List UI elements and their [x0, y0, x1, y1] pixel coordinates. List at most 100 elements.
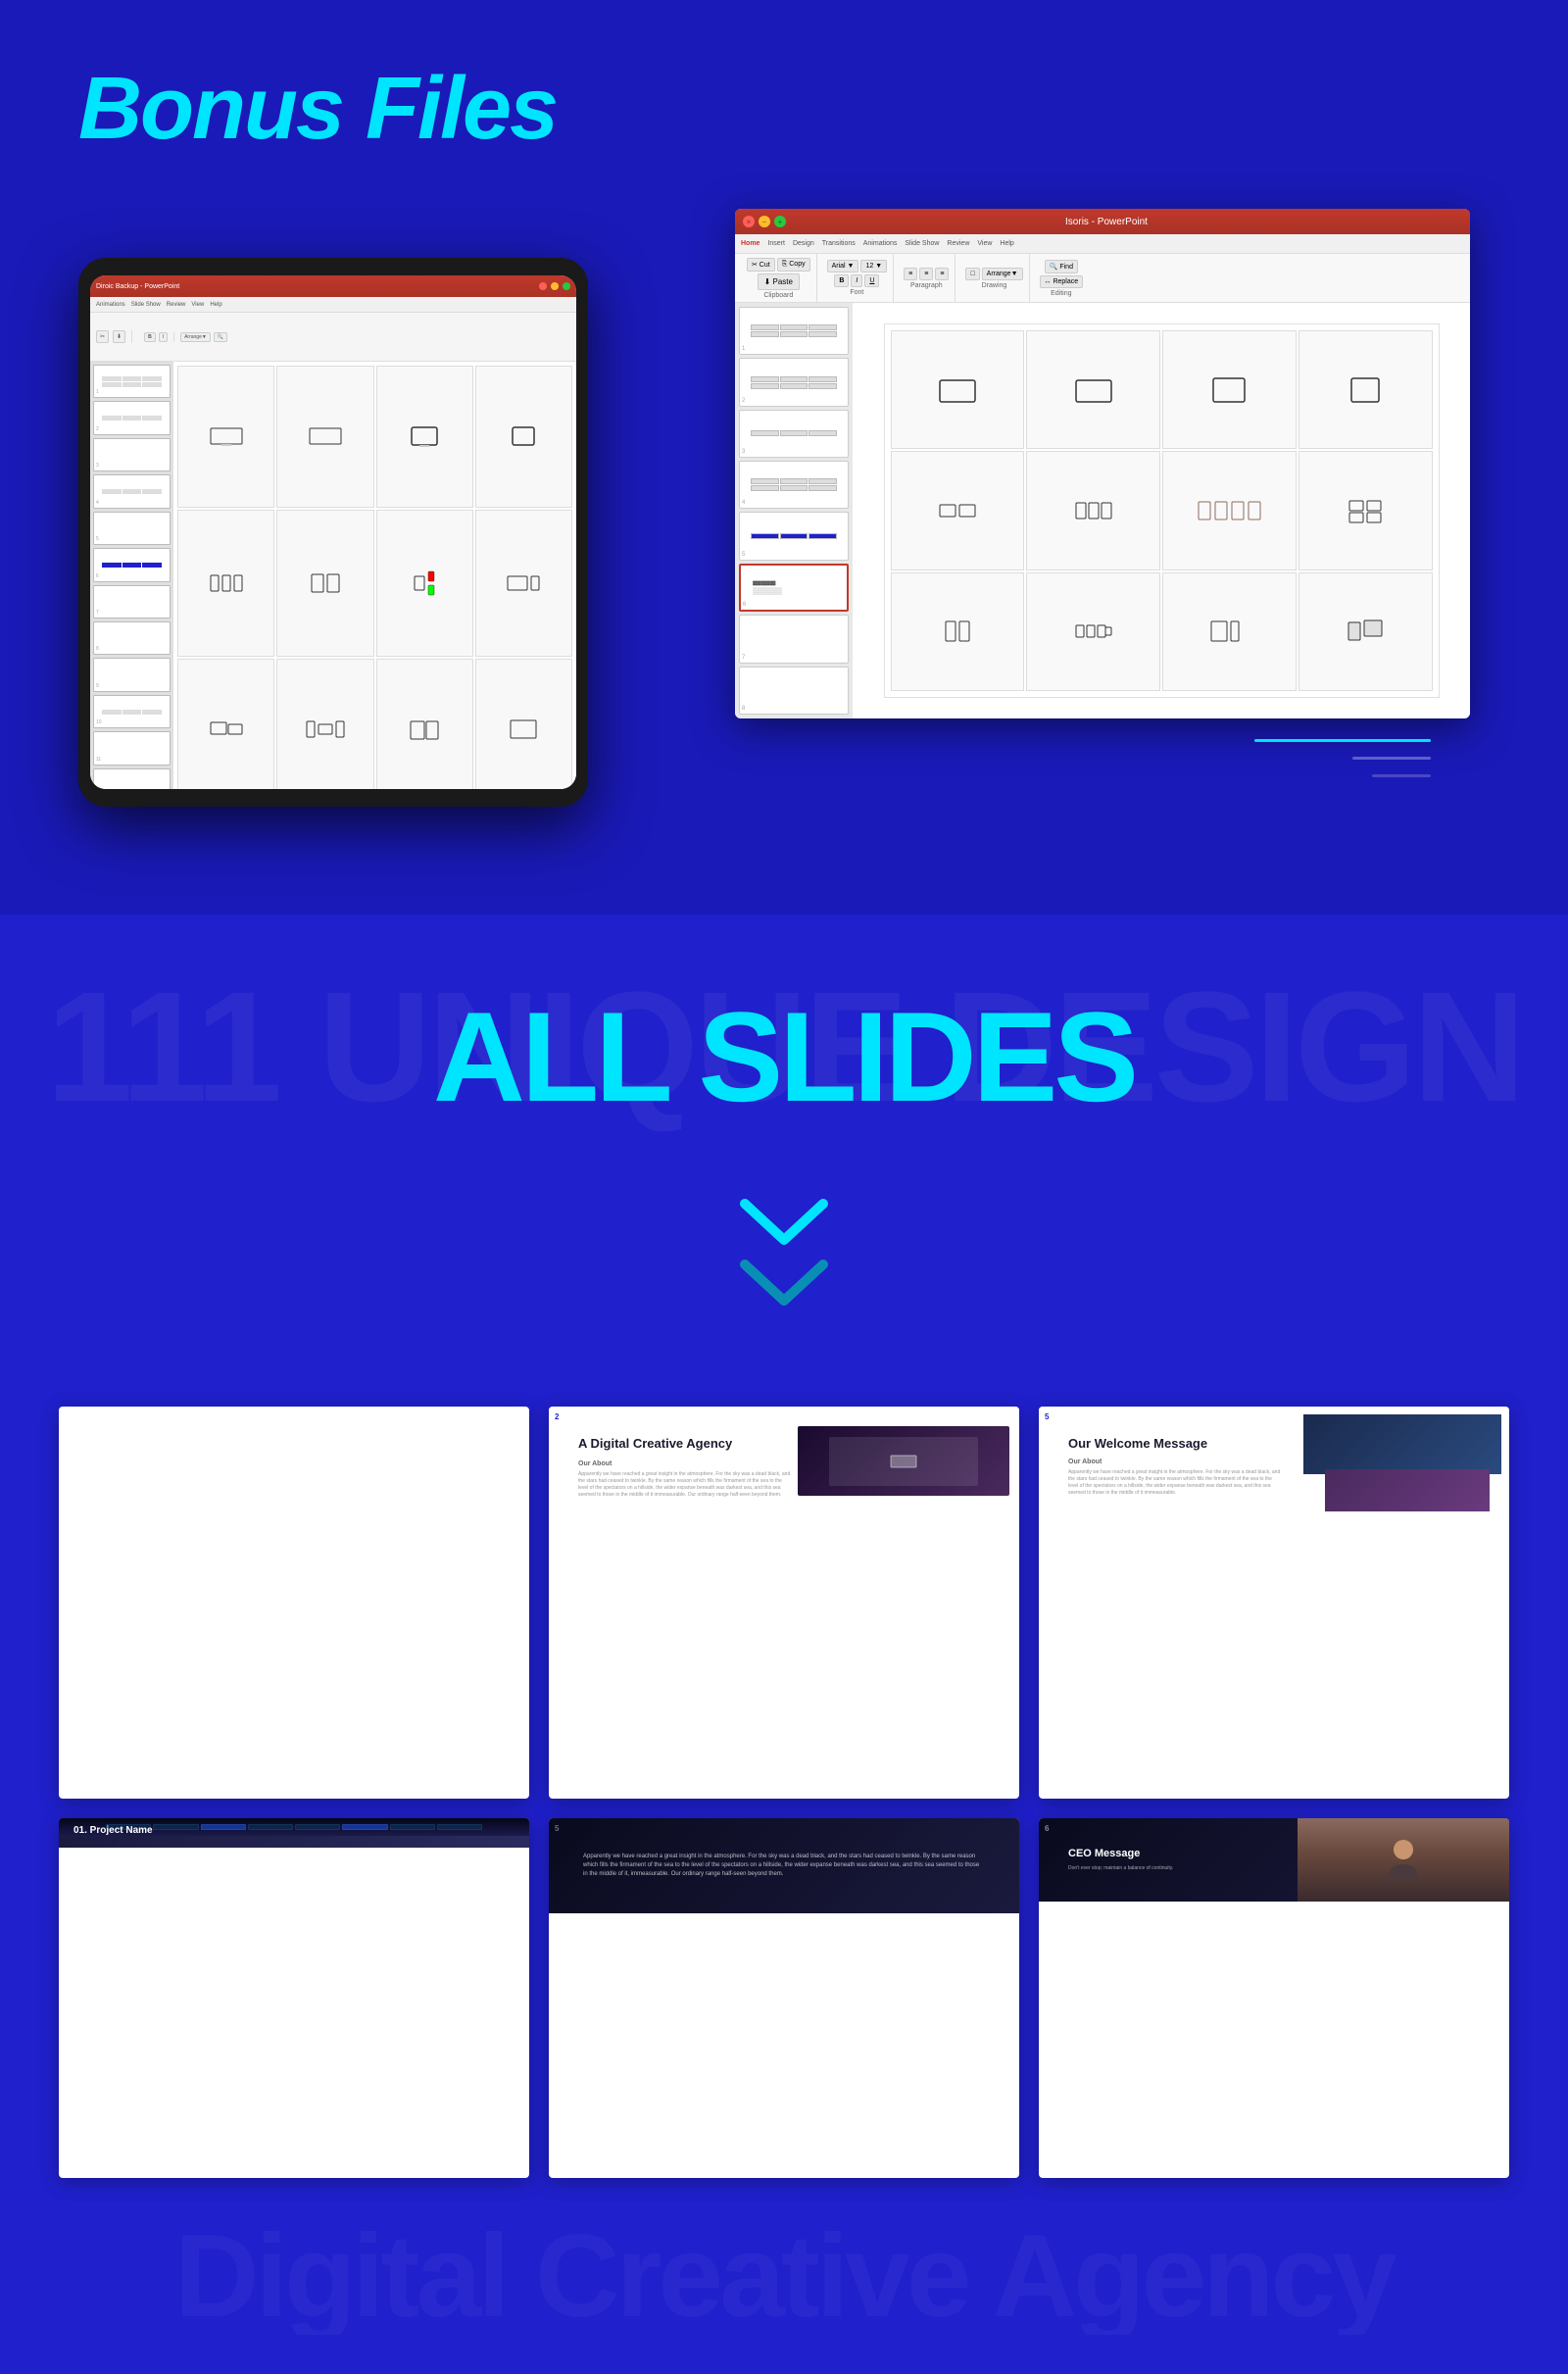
- ribbon-tab-review[interactable]: Review: [947, 240, 969, 247]
- digital-creative-watermark: Digital Creative Agency: [59, 2217, 1509, 2335]
- mockup-area: × − + Isoris - PowerPoint Home Insert De…: [78, 209, 1490, 816]
- tablet-paste-btn[interactable]: ⬇: [113, 330, 125, 343]
- slide-agency-title: A Digital Creative Agency: [578, 1436, 792, 1453]
- slide-thumb-2[interactable]: 2: [739, 358, 849, 406]
- ribbon-tab-view[interactable]: View: [977, 240, 992, 247]
- tablet-tab-review[interactable]: Review: [167, 302, 186, 308]
- cut-btn[interactable]: ✂ Cut: [747, 258, 775, 272]
- ppt-titlebar: × − + Isoris - PowerPoint: [735, 209, 1470, 234]
- slide-thumb-6-selected[interactable]: ▓▓▓▓▓▓▓▓ ▒▒▒▒▒▒▒▒▒▒▒▒▒▒ ▒▒▒▒▒▒▒▒▒▒▒▒▒▒ 6: [739, 564, 849, 613]
- slide-thumb-8[interactable]: 8: [739, 667, 849, 715]
- minimize-button[interactable]: −: [759, 216, 770, 227]
- slide-thumb-1[interactable]: 1: [739, 307, 849, 355]
- slide-2-number: 2: [555, 1412, 559, 1421]
- tablet-italic-btn[interactable]: I: [159, 332, 168, 342]
- align-center[interactable]: ≡: [919, 268, 933, 280]
- tablet-cell-3: [376, 366, 473, 508]
- slide-ceo-text-area: CEO Message Don't ever stop; maintain a …: [1054, 1833, 1297, 1887]
- ribbon-tab-insert[interactable]: Insert: [767, 240, 785, 247]
- ppt-main-slide-area[interactable]: [853, 303, 1470, 718]
- ribbon-tab-transitions[interactable]: Transitions: [822, 240, 856, 247]
- tablet-tab-animations[interactable]: Animations: [96, 302, 125, 308]
- key-3: [248, 1824, 293, 1830]
- ribbon-tab-help[interactable]: Help: [1000, 240, 1013, 247]
- deco-line-cyan: [1254, 739, 1431, 742]
- bonus-section: Bonus Files × − + Isoris - PowerPoint Ho…: [0, 0, 1568, 915]
- close-button[interactable]: ×: [743, 216, 755, 227]
- find-btn[interactable]: 🔍 Find: [1045, 260, 1078, 273]
- design-section: 111 UNIQUE DESIGN ALL SLIDES: [0, 915, 1568, 1179]
- deco-line-gray-2: [1372, 774, 1431, 777]
- ribbon-tab-slideshow[interactable]: Slide Show: [905, 240, 939, 247]
- slides-grid: 1 About Us.: [59, 1407, 1509, 2178]
- slides-preview-section: 1 About Us.: [0, 1387, 1568, 2374]
- underline-btn[interactable]: U: [864, 274, 879, 287]
- slide-preview-2: 2 A Digital Creative Agency Our About Ap…: [549, 1407, 1019, 1799]
- maximize-button[interactable]: +: [774, 216, 786, 227]
- ribbon-tab-home[interactable]: Home: [741, 240, 760, 247]
- tablet-bold-btn[interactable]: B: [144, 332, 156, 342]
- drawing-label: Drawing: [982, 282, 1007, 289]
- ribbon-paragraph: ≡ ≡ ≡ Paragraph: [898, 254, 956, 302]
- slide-welcome-text-area: Our Welcome Message Our About Apparently…: [1054, 1421, 1297, 1511]
- slide-cell-5: [891, 451, 1025, 569]
- replace-btn[interactable]: ↔ Replace: [1040, 275, 1084, 288]
- tablet-slide-10[interactable]: 10: [93, 695, 171, 728]
- tablet-slide-1[interactable]: 1: [93, 365, 171, 398]
- ppt-slides-panel[interactable]: 1 2 3: [735, 303, 853, 718]
- tablet-cell-11: [376, 659, 473, 789]
- tablet-max[interactable]: [563, 282, 570, 290]
- font-size[interactable]: 12 ▼: [860, 260, 887, 272]
- slide-ceo-image: [1298, 1818, 1509, 1902]
- tablet-tab-view[interactable]: View: [191, 302, 204, 308]
- slide-cell-11: [1162, 572, 1297, 691]
- slide-thumb-5[interactable]: 5: [739, 512, 849, 560]
- welcome-image-2-bg: [1325, 1469, 1490, 1511]
- slide-agency-body: Apparently we have reached a great insig…: [578, 1471, 792, 1499]
- tablet-tab-slideshow[interactable]: Slide Show: [131, 302, 161, 308]
- italic-btn[interactable]: I: [851, 274, 862, 287]
- tablet-tab-help[interactable]: Help: [210, 302, 221, 308]
- tablet-screen: Diroic Backup - PowerPoint Animations Sl…: [90, 275, 576, 789]
- tablet-arrange-btn[interactable]: Arrange▼: [180, 332, 211, 342]
- slide-thumb-4[interactable]: 4: [739, 461, 849, 509]
- tablet-slide-8[interactable]: 8: [93, 621, 171, 655]
- tablet-slide-3[interactable]: 3: [93, 438, 171, 471]
- slide-welcome-image-1: [1303, 1414, 1501, 1474]
- tablet-slide-5[interactable]: 5: [93, 512, 171, 545]
- slide-3-number: 5: [1045, 1412, 1049, 1421]
- tablet-cell-9: [177, 659, 274, 789]
- tablet-slide-6[interactable]: 6: [93, 548, 171, 581]
- tablet-cut-btn[interactable]: ✂: [96, 330, 109, 343]
- tablet-device: Diroic Backup - PowerPoint Animations Sl…: [78, 258, 588, 807]
- font-select[interactable]: Arial ▼: [827, 260, 859, 272]
- deco-line-gray-1: [1352, 757, 1431, 760]
- tablet-slide-7[interactable]: 7: [93, 585, 171, 618]
- slide-cell-6: [1026, 451, 1160, 569]
- slide-thumb-3[interactable]: 3: [739, 410, 849, 458]
- editing-label: Editing: [1051, 290, 1071, 297]
- slide-cell-12: [1298, 572, 1433, 691]
- tablet-find-btn[interactable]: 🔍: [214, 332, 227, 342]
- tablet-slide-9[interactable]: 9: [93, 658, 171, 691]
- slide-thumb-7[interactable]: 7: [739, 615, 849, 663]
- tablet-cell-7: [376, 510, 473, 656]
- tablet-slides-panel[interactable]: 1 2 3: [90, 362, 173, 789]
- tablet-close[interactable]: [539, 282, 547, 290]
- align-right[interactable]: ≡: [935, 268, 949, 280]
- ribbon-tab-animations[interactable]: Animations: [863, 240, 898, 247]
- shape-btn[interactable]: □: [965, 268, 979, 280]
- arrange-btn[interactable]: Arrange▼: [982, 268, 1023, 280]
- paste-btn[interactable]: ⬇ Paste: [758, 273, 800, 290]
- tablet-min[interactable]: [551, 282, 559, 290]
- tablet-slide-12[interactable]: 12: [93, 768, 171, 789]
- tablet-slide-2[interactable]: 2: [93, 401, 171, 434]
- chevron-double-down: [735, 1199, 833, 1309]
- tablet-slide-11[interactable]: 11: [93, 731, 171, 765]
- copy-btn[interactable]: ⎘ Copy: [777, 258, 810, 272]
- ribbon-tab-design[interactable]: Design: [793, 240, 814, 247]
- align-left[interactable]: ≡: [904, 268, 917, 280]
- bold-btn[interactable]: B: [834, 274, 849, 287]
- tablet-slide-4[interactable]: 4: [93, 474, 171, 508]
- tablet-cell-1: [177, 366, 274, 508]
